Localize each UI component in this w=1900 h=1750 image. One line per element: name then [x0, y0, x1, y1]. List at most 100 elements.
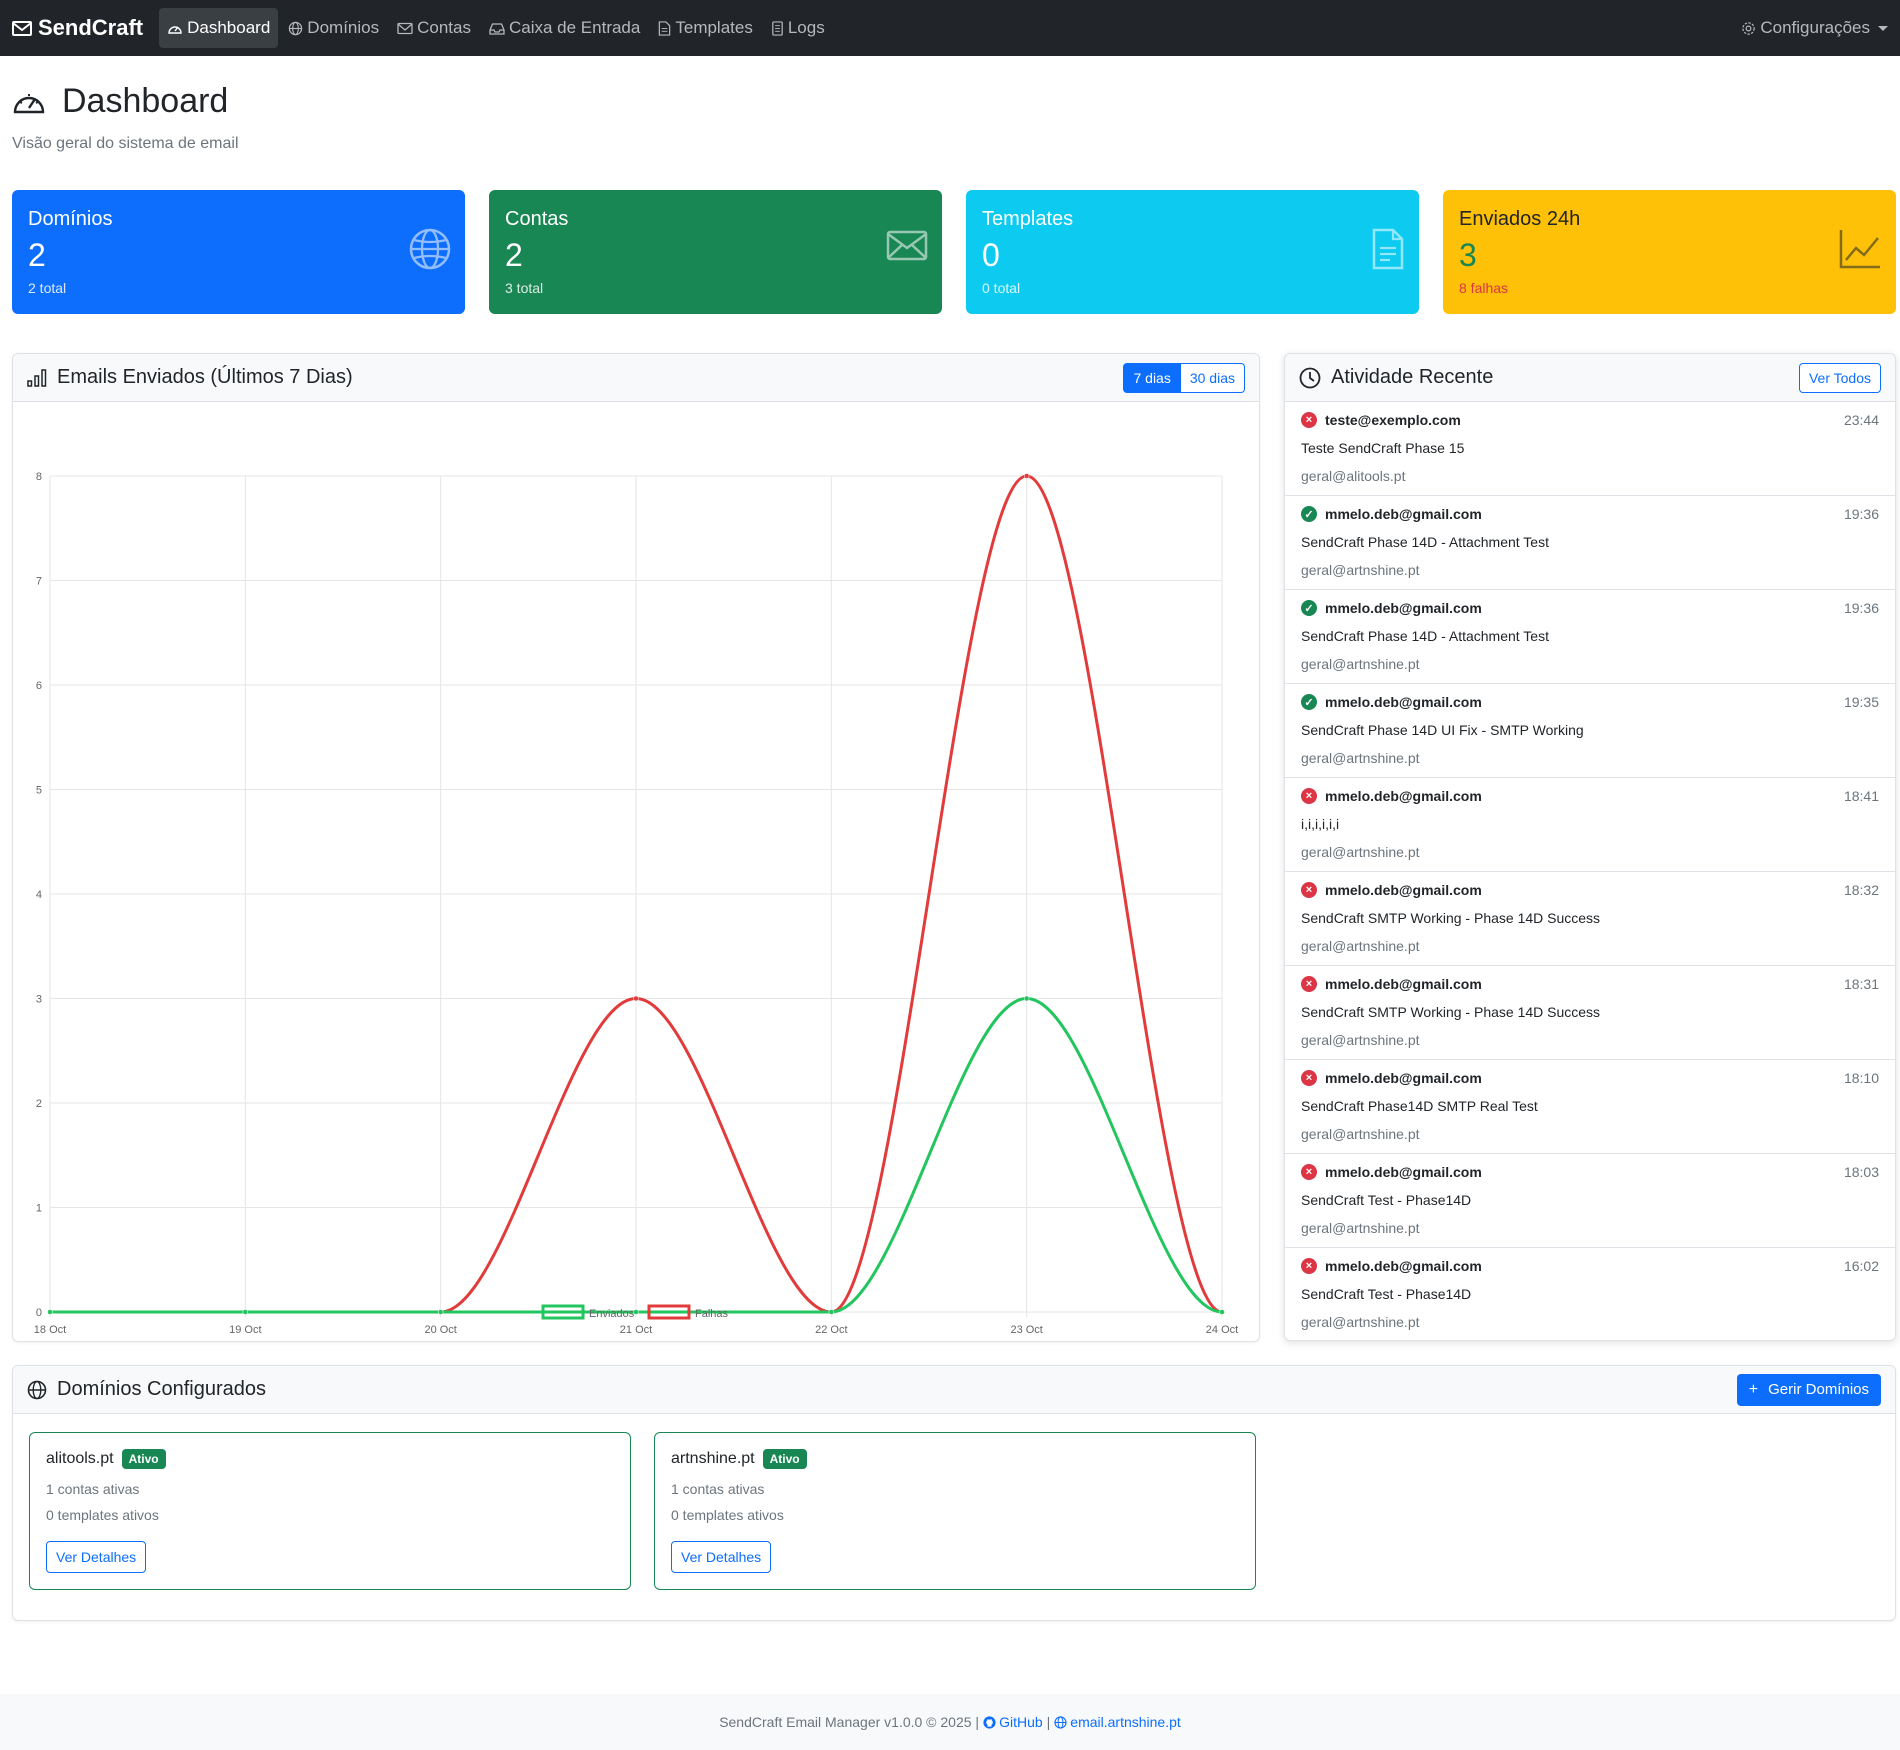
- activity-time: 18:03: [1843, 1164, 1879, 1180]
- domain-card-alitools: alitools.pt Ativo 1 contas ativas 0 temp…: [29, 1432, 631, 1590]
- activity-item[interactable]: × teste@exemplo.com 23:44 Teste SendCraft P…: [1285, 402, 1895, 496]
- github-label: GitHub: [999, 1714, 1043, 1730]
- activity-time: 19:36: [1843, 506, 1879, 522]
- activity-header: × mmelo.deb@gmail.com: [1301, 1164, 1879, 1180]
- stat-sub: 2 total: [28, 280, 67, 296]
- data-point-enviados: [242, 1309, 249, 1315]
- activity-subject: SendCraft Phase 14D - Attachment Test: [1301, 628, 1549, 644]
- x-circle-icon: ×: [1301, 1070, 1317, 1086]
- stat-sub: 8 falhas: [1459, 280, 1509, 296]
- globe-icon: [27, 1380, 47, 1399]
- domain-name: artnshine.pt Ativo: [671, 1449, 1239, 1469]
- settings-label: Configurações: [1760, 18, 1870, 37]
- x-tick-label: 22 Oct: [815, 1324, 847, 1336]
- card-title: Emails Enviados (Últimos 7 Dias): [27, 366, 353, 389]
- x-tick-label: 18 Oct: [34, 1324, 66, 1336]
- nav-item-templates[interactable]: Templates: [650, 8, 760, 48]
- view-details-button[interactable]: Ver Detalhes: [671, 1541, 772, 1573]
- check-circle-icon: ✓: [1301, 694, 1317, 710]
- nav-item-logs[interactable]: Logs: [763, 8, 833, 48]
- card-title: Atividade Recente: [1299, 366, 1493, 389]
- globe-icon: [409, 228, 451, 270]
- legend-label: Falhas: [695, 1308, 729, 1320]
- stat-label: Templates: [982, 208, 1074, 230]
- stat-label: Enviados 24h: [1459, 208, 1581, 230]
- chevron-down-icon: [1878, 25, 1888, 31]
- x-circle-icon: ×: [1301, 976, 1317, 992]
- envelope-icon: [397, 22, 413, 34]
- view-details-button[interactable]: Ver Detalhes: [46, 1541, 147, 1573]
- activity-sender: geral@artnshine.pt: [1301, 562, 1420, 578]
- x-circle-icon: ×: [1301, 1258, 1317, 1274]
- activity-item[interactable]: ✓ mmelo.deb@gmail.com 19:35 SendCraft Phase…: [1285, 684, 1895, 778]
- brand[interactable]: SendCraft: [12, 15, 143, 41]
- y-tick-label: 6: [36, 680, 42, 692]
- data-point-enviados: [1219, 1309, 1225, 1315]
- page-title: Dashboard: [12, 82, 1888, 121]
- domain-name: alitools.pt Ativo: [46, 1449, 614, 1469]
- activity-sender: geral@alitools.pt: [1301, 468, 1406, 484]
- activity-header: × mmelo.deb@gmail.com: [1301, 1258, 1879, 1274]
- site-link[interactable]: email.artnshine.pt: [1054, 1714, 1181, 1730]
- activity-item[interactable]: × mmelo.deb@gmail.com 18:10 SendCraft Phase…: [1285, 1060, 1895, 1154]
- x-circle-icon: ×: [1301, 1164, 1317, 1180]
- domain-name-text: artnshine.pt: [671, 1450, 755, 1467]
- stat-value: 2: [28, 237, 46, 273]
- activity-time: 18:41: [1843, 788, 1879, 804]
- site-label: email.artnshine.pt: [1070, 1714, 1181, 1730]
- github-link[interactable]: GitHub: [983, 1714, 1043, 1730]
- view-all-button[interactable]: Ver Todos: [1798, 362, 1881, 393]
- file-icon: [659, 20, 671, 36]
- speedometer-icon: [168, 26, 182, 34]
- activity-time: 23:44: [1843, 412, 1879, 428]
- activity-item[interactable]: × mmelo.deb@gmail.com 16:02 SendCraft Test …: [1285, 1248, 1895, 1342]
- inbox-icon: [489, 22, 505, 35]
- activity-item[interactable]: ✓ mmelo.deb@gmail.com 19:36 SendCraft Phase…: [1285, 590, 1895, 684]
- clock-icon: [1299, 367, 1321, 388]
- activity-item[interactable]: × mmelo.deb@gmail.com 18:03 SendCraft Test …: [1285, 1154, 1895, 1248]
- nav-item-caixa-entrada[interactable]: Caixa de Entrada: [481, 8, 648, 48]
- page-title-text: Dashboard: [62, 82, 229, 120]
- nav-item-dominios[interactable]: Domínios: [280, 8, 387, 48]
- activity-header: × mmelo.deb@gmail.com: [1301, 882, 1879, 898]
- period-7-button[interactable]: 7 dias: [1123, 362, 1181, 393]
- emails-chart-card: Emails Enviados (Últimos 7 Dias) 7 dias …: [12, 353, 1260, 1342]
- settings-dropdown[interactable]: Configurações: [1741, 18, 1888, 38]
- activity-sender: geral@artnshine.pt: [1301, 656, 1420, 672]
- activity-item[interactable]: × mmelo.deb@gmail.com 18:31 SendCraft SMTP …: [1285, 966, 1895, 1060]
- nav-item-label: Logs: [787, 18, 825, 37]
- activity-header: × mmelo.deb@gmail.com: [1301, 788, 1879, 804]
- card-title-text: Domínios Configurados: [57, 1378, 266, 1400]
- activity-item[interactable]: × mmelo.deb@gmail.com 18:41 i,i,i,i,i,i gera…: [1285, 778, 1895, 872]
- activity-subject: Teste SendCraft Phase 15: [1301, 440, 1465, 456]
- period-30-button[interactable]: 30 dias: [1180, 362, 1245, 393]
- card-header: Domínios Configurados + Gerir Domínios: [13, 1366, 1895, 1414]
- y-tick-label: 8: [36, 471, 42, 483]
- footer-separator: |: [1046, 1714, 1051, 1730]
- x-tick-label: 23 Oct: [1010, 1324, 1042, 1336]
- line-chart: 0 1 2 3 4 5 6 7 8 18 Oct 19 Oct 20 Oct 21 Oct 22 Oct 2…: [34, 471, 1238, 1336]
- github-icon: [983, 1715, 996, 1729]
- domain-templates: 0 templates ativos: [671, 1507, 784, 1523]
- activity-sender: geral@artnshine.pt: [1301, 1126, 1420, 1142]
- activity-header: ✓ mmelo.deb@gmail.com: [1301, 694, 1879, 710]
- nav-item-contas[interactable]: Contas: [389, 8, 479, 48]
- activity-item[interactable]: ✓ mmelo.deb@gmail.com 19:36 SendCraft Phase…: [1285, 496, 1895, 590]
- nav-item-dashboard[interactable]: Dashboard: [159, 8, 279, 48]
- data-point-enviados: [47, 1309, 53, 1315]
- status-badge: Ativo: [121, 1449, 166, 1469]
- plus-icon: +: [1748, 1380, 1759, 1398]
- data-point-enviados: [828, 1309, 835, 1315]
- data-point-enviados: [1023, 995, 1030, 1002]
- activity-sender: geral@artnshine.pt: [1301, 1032, 1420, 1048]
- activity-time: 19:35: [1843, 694, 1879, 710]
- y-tick-label: 4: [36, 889, 42, 901]
- manage-domains-button[interactable]: + Gerir Domínios: [1736, 1373, 1881, 1406]
- stat-cards: Domínios 2 2 total Contas 2 3 total Temp…: [12, 190, 1896, 314]
- envelope-icon: [886, 230, 928, 261]
- activity-sender: geral@artnshine.pt: [1301, 750, 1420, 766]
- activity-item[interactable]: × mmelo.deb@gmail.com 18:32 SendCraft SMTP …: [1285, 872, 1895, 966]
- activity-recipient: mmelo.deb@gmail.com: [1325, 882, 1482, 898]
- activity-header: × mmelo.deb@gmail.com: [1301, 1070, 1879, 1086]
- nav-item-label: Domínios: [307, 18, 380, 37]
